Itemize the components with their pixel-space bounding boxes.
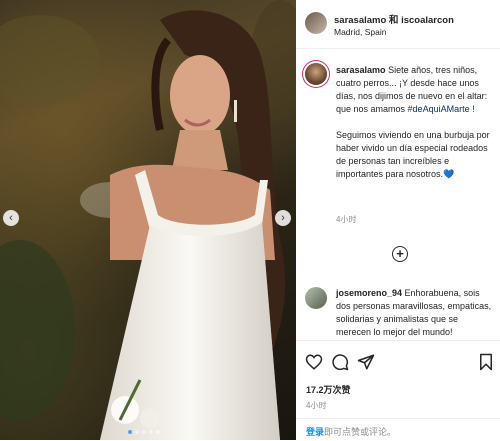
like-count[interactable]: 17.2万次赞: [306, 383, 351, 396]
avatar[interactable]: [305, 12, 327, 34]
carousel-dot: [142, 430, 146, 434]
bride-photo-illustration: [0, 0, 296, 440]
post-photo: ‹ ›: [0, 0, 296, 440]
carousel-dot: [149, 430, 153, 434]
caption-paragraph: Seguimos viviendo en una burbuja por hab…: [336, 130, 490, 179]
login-prompt: 登录即可点赞或评论。: [306, 425, 396, 438]
plus-circle-icon[interactable]: +: [392, 246, 408, 262]
bookmark-icon[interactable]: [478, 353, 494, 371]
caption-text-end: !: [469, 104, 475, 114]
avatar[interactable]: [305, 63, 327, 85]
hashtag-link[interactable]: #deAquiAMarte: [408, 104, 470, 114]
comment-username[interactable]: josemoreno_94: [336, 288, 402, 298]
caption-timestamp: 4小时: [336, 215, 357, 224]
post-side-panel: sarasalamo 和 iscoalarcon Madrid, Spain s…: [296, 0, 500, 440]
comment-icon[interactable]: [331, 353, 349, 371]
login-link[interactable]: 登录: [306, 427, 324, 437]
post-caption: sarasalamo Siete años, tres niños, cuatr…: [336, 64, 494, 181]
share-icon[interactable]: [357, 353, 375, 371]
post-authors[interactable]: sarasalamo 和 iscoalarcon: [334, 12, 454, 26]
carousel-dots: [128, 430, 160, 434]
post-header: sarasalamo 和 iscoalarcon Madrid, Spain: [296, 0, 500, 49]
blue-heart-emoji: 💙: [443, 169, 455, 179]
post-location[interactable]: Madrid, Spain: [334, 27, 386, 37]
carousel-dot: [135, 430, 139, 434]
heart-icon[interactable]: [305, 353, 323, 371]
avatar[interactable]: [305, 287, 327, 309]
chevron-right-icon[interactable]: ›: [275, 210, 291, 226]
login-prompt-text: 即可点赞或评论。: [324, 427, 397, 437]
chevron-left-icon[interactable]: ‹: [3, 210, 19, 226]
login-bar: 登录即可点赞或评论。: [296, 418, 500, 441]
post-timestamp[interactable]: 4小时: [306, 400, 326, 411]
carousel-dot-active: [128, 430, 132, 434]
instagram-post: ‹ › sarasalamo 和 iscoalarcon Madrid, Spa…: [0, 0, 500, 440]
caption-username[interactable]: sarasalamo: [336, 65, 386, 75]
comment: josemoreno_94 Enhorabuena, sois dos pers…: [336, 287, 494, 339]
carousel-dot: [156, 430, 160, 434]
